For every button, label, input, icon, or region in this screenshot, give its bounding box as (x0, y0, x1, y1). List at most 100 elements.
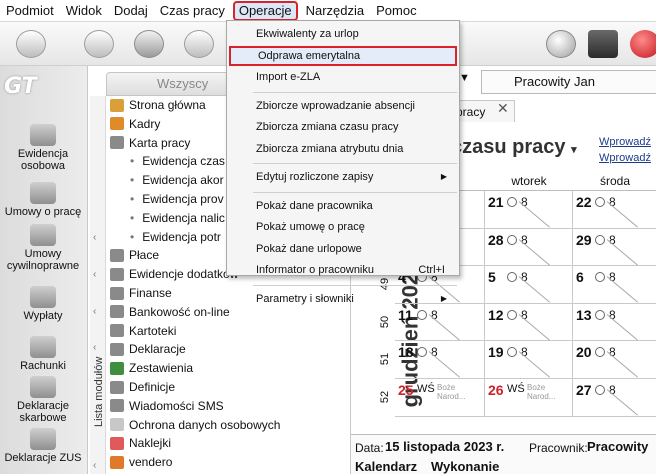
hr-icon (110, 117, 124, 131)
chevron-left-icon[interactable]: ‹ (93, 342, 96, 353)
schedule-title[interactable]: czasu pracy ▾ (451, 136, 577, 159)
menu-item[interactable]: Zbiorcze wprowadzanie absencji (229, 96, 457, 116)
menu-czas-pracy[interactable]: Czas pracy (154, 0, 231, 22)
tree-subitem-label: Ewidencja akor (142, 173, 224, 188)
tree-item[interactable]: vendero (110, 453, 172, 471)
diagonal-line (518, 351, 550, 378)
day-header: wtorek (485, 171, 573, 191)
employee-select[interactable]: Pracowity Jan (481, 70, 656, 94)
sidebar-item-3[interactable]: Wypłaty (0, 286, 86, 322)
menu-item[interactable]: Informator o pracowniku Ctrl+I (229, 260, 457, 280)
calendar-day[interactable]: 12 8 (485, 303, 573, 342)
menu-dodaj[interactable]: Dodaj (108, 0, 154, 22)
chevron-left-icon[interactable]: ‹ (93, 460, 96, 471)
edit-icon[interactable] (184, 30, 214, 58)
chevron-left-icon[interactable]: ‹ (93, 306, 96, 317)
menu-item[interactable]: Pokaż dane urlopowe (229, 239, 457, 259)
calendar-day[interactable]: 25 WŚ Boże Narod... (395, 379, 485, 417)
menu-pomoc[interactable]: Pomoc (370, 0, 422, 22)
calendar-day[interactable]: 58 (485, 266, 573, 304)
tree-subitem[interactable]: Ewidencja czas (130, 152, 225, 170)
tree-subitem[interactable]: Ewidencja nalic (130, 209, 225, 227)
clock-icon (507, 309, 517, 320)
sidebar-item-6[interactable]: Deklaracje ZUS (0, 428, 86, 464)
day-number: 5 (488, 269, 496, 286)
tree-item-label: Naklejki (129, 436, 172, 451)
calendar-day[interactable]: 18 8 (395, 341, 485, 379)
box-icon[interactable] (588, 30, 618, 58)
tree-item[interactable]: Finanse (110, 284, 172, 302)
menu-item[interactable]: Import e-ZLA (229, 67, 457, 87)
sidebar-item-1[interactable]: Umowy o pracę (0, 182, 86, 218)
menu-item[interactable]: Zbiorcza zmiana atrybutu dnia (229, 139, 457, 159)
calendar-day[interactable]: 29 8 (573, 229, 656, 267)
menu-operacje[interactable]: Operacje (232, 0, 298, 21)
menu-widok[interactable]: Widok (60, 0, 108, 22)
bank-icon (110, 305, 124, 319)
calendar-day[interactable]: 21 8 (485, 191, 573, 229)
tree-item-label: Karta pracy (129, 135, 191, 150)
tree-subitem[interactable]: Ewidencja prov (130, 190, 223, 208)
calendar-day[interactable]: 13 8 (573, 304, 656, 342)
calendar-day[interactable]: 28 8 (485, 228, 573, 267)
tree-subitem[interactable]: Ewidencja potr (130, 228, 221, 246)
enter-link-2[interactable]: Wprowadź (599, 152, 651, 164)
calendar-day[interactable]: 20 8 (573, 341, 656, 379)
tree-item[interactable]: Płace (110, 246, 159, 264)
power-icon[interactable] (630, 30, 656, 58)
tree-item-label: Kartoteki (129, 323, 177, 338)
day-number: 12 (488, 306, 504, 323)
close-icon[interactable]: ✕ (497, 100, 509, 117)
tree-item[interactable]: Deklaracje (110, 340, 186, 358)
sms-icon (110, 399, 124, 413)
tab-calendar[interactable]: Kalendarz (355, 459, 417, 474)
tree-item[interactable]: Strona główna (110, 96, 206, 114)
tree-item[interactable]: Zestawienia (110, 359, 193, 377)
tree-item-label: Definicje (129, 380, 176, 394)
open-folder-icon[interactable] (84, 30, 114, 58)
tab-execution[interactable]: Wykonanie (431, 459, 499, 474)
sidebar-item-label: Umowy o pracę (4, 206, 82, 218)
menu-narzędzia[interactable]: Narzędzia (300, 0, 371, 22)
calendar-day[interactable]: 22 8 (573, 191, 656, 229)
tree-subitem[interactable]: Ewidencja akor (130, 171, 224, 189)
tree-item[interactable]: Definicje (110, 378, 175, 396)
tree-item[interactable]: Wiadomości SMS (110, 397, 224, 415)
menu-item[interactable]: Pokaż umowę o pracę (229, 217, 457, 237)
menu-item[interactable]: Pokaż dane pracownika (229, 196, 457, 216)
menu-item[interactable]: Ekwiwalenty za urlop (229, 24, 457, 44)
chevron-left-icon[interactable]: ‹ (93, 269, 96, 280)
calendar-day[interactable]: 68 (573, 266, 656, 304)
enter-link-1[interactable]: Wprowadź (599, 136, 651, 148)
tree-item[interactable]: Bankowość on-line (110, 303, 230, 321)
chevron-down-icon[interactable]: ▼ (459, 72, 470, 84)
tree-item[interactable]: Karta pracy (110, 134, 190, 152)
menu-item[interactable]: Zbiorcza zmiana czasu pracy (229, 117, 457, 137)
globe-icon[interactable] (546, 30, 576, 58)
data-protection-icon (110, 418, 124, 432)
module-list-collapse-bar[interactable]: Lista modułów ‹ ‹ ‹ ‹ ‹ (90, 96, 106, 474)
calendar-day[interactable]: 26 WŚ Boże Narod... (485, 379, 573, 417)
tree-item[interactable]: Kadry (110, 115, 160, 133)
sidebar-item-4[interactable]: Rachunki (0, 336, 86, 372)
tree-item[interactable]: Kartoteki (110, 322, 176, 340)
menu-item[interactable]: Edytuj rozliczone zapisy ▶ (229, 167, 457, 187)
back-arrow-icon[interactable] (16, 30, 46, 58)
chevron-left-icon[interactable]: ‹ (93, 232, 96, 243)
tree-item[interactable]: Ochrona danych osobowych (110, 416, 280, 434)
sidebar-item-2[interactable]: Umowy cywilnoprawne (0, 224, 86, 272)
tree-item[interactable]: Naklejki (110, 434, 171, 452)
week-number: 52 (379, 390, 392, 404)
week-number: 51 (379, 353, 392, 366)
tools-icon[interactable] (134, 30, 164, 58)
sidebar-item-5[interactable]: Deklaracje skarbowe (0, 376, 86, 424)
menu-item[interactable]: Parametry i słowniki ▶ (229, 289, 457, 309)
calendar-day[interactable]: 19 8 (485, 341, 573, 379)
menu-item[interactable]: Odprawa emerytalna (229, 45, 457, 66)
tree-item[interactable]: Ewidencje dodatkow (110, 265, 238, 283)
calendar-day[interactable]: 27 8 (573, 379, 656, 417)
menu-podmiot[interactable]: Podmiot (0, 0, 60, 22)
clock-icon (507, 272, 517, 283)
calendar-day[interactable]: 11 8 (395, 303, 485, 342)
sidebar-item-0[interactable]: Ewidencja osobowa (0, 124, 86, 172)
